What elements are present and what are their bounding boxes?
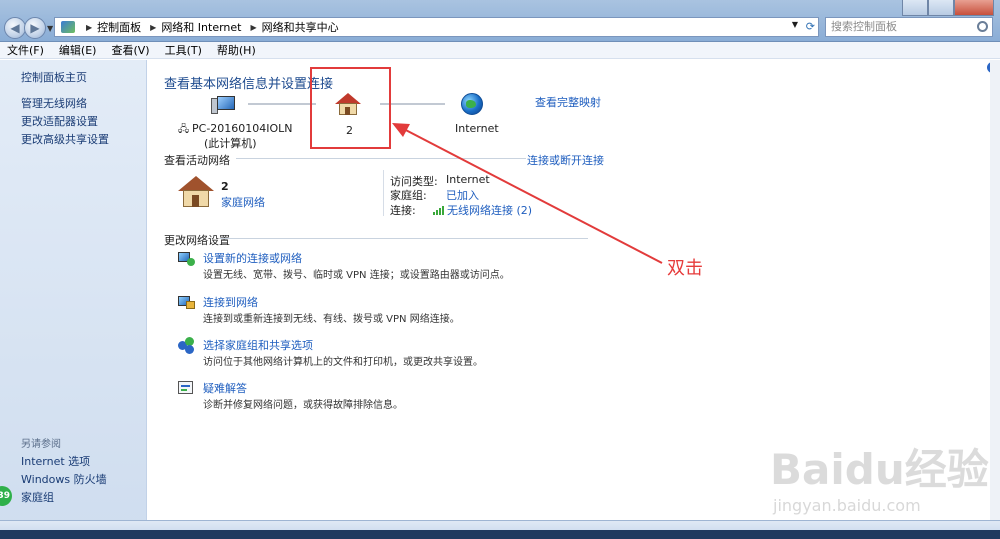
page-title: 查看基本网络信息并设置连接: [164, 77, 334, 92]
address-bar[interactable]: ▶ 控制面板 ▶ 网络和 Internet ▶ 网络和共享中心 ▼ ⟳: [54, 17, 819, 37]
recent-pages-dropdown-icon[interactable]: ▼: [47, 24, 53, 33]
refresh-icon[interactable]: ⟳: [806, 20, 815, 33]
sidebar-item-adapter-settings[interactable]: 更改适配器设置: [21, 113, 98, 129]
see-full-map-link[interactable]: 查看完整映射: [535, 94, 601, 110]
breadcrumb-control-panel[interactable]: 控制面板: [97, 19, 141, 35]
menu-edit[interactable]: 编辑(E): [59, 42, 97, 58]
menu-file[interactable]: 文件(F): [7, 42, 44, 58]
homegroup-label: 家庭组:: [390, 189, 427, 202]
menu-tools[interactable]: 工具(T): [165, 42, 202, 58]
connection-label: 连接:: [390, 204, 416, 217]
vertical-divider: [383, 170, 384, 216]
computer-icon[interactable]: [211, 94, 237, 116]
control-panel-icon: [61, 21, 75, 33]
menu-bar: 文件(F) 编辑(E) 查看(V) 工具(T) 帮助(H): [0, 42, 1000, 59]
search-placeholder: 搜索控制面板: [831, 20, 897, 33]
sidebar-item-homegroup[interactable]: 家庭组: [21, 489, 54, 505]
scrollbar[interactable]: [990, 60, 1000, 520]
address-dropdown-icon[interactable]: ▼: [792, 20, 798, 29]
connection-line: [248, 103, 316, 105]
wireless-signal-icon: [433, 201, 445, 215]
task-troubleshoot-link[interactable]: 疑难解答: [203, 380, 247, 396]
homegroup-sharing-icon[interactable]: [178, 337, 196, 354]
forward-arrow-icon: ▶: [30, 21, 40, 35]
wireless-connection-link[interactable]: 无线网络连接 (2): [447, 202, 532, 218]
back-button[interactable]: ◀: [4, 17, 26, 39]
active-network-name: 2: [221, 180, 229, 193]
breadcrumb-separator-icon[interactable]: ▶: [251, 23, 257, 32]
task-troubleshoot-desc: 诊断并修复网络问题，或获得故障排除信息。: [203, 400, 403, 411]
back-arrow-icon: ◀: [10, 21, 20, 35]
breadcrumb-network-internet[interactable]: 网络和 Internet: [161, 19, 241, 35]
menu-help[interactable]: 帮助(H): [217, 42, 256, 58]
task-setup-connection-desc: 设置无线、宽带、拨号、临时或 VPN 连接；或设置路由器或访问点。: [203, 270, 510, 281]
breadcrumb-network-sharing-center[interactable]: 网络和共享中心: [262, 19, 339, 35]
baidu-watermark: Baidu经验: [770, 445, 989, 494]
sidebar-item-windows-firewall[interactable]: Windows 防火墙: [21, 471, 107, 487]
sidebar-item-manage-wireless[interactable]: 管理无线网络: [21, 95, 87, 111]
minimize-button[interactable]: [902, 0, 928, 16]
annotation-text: 双击: [667, 258, 703, 279]
task-setup-connection-link[interactable]: 设置新的连接或网络: [203, 250, 302, 266]
internet-label: Internet: [455, 122, 499, 135]
access-type-value: Internet: [446, 173, 490, 186]
task-homegroup-sharing-desc: 访问位于其他网络计算机上的文件和打印机，或更改共享设置。: [203, 357, 483, 368]
home-network-icon[interactable]: [178, 176, 214, 208]
close-button[interactable]: [954, 0, 994, 16]
sidebar: 控制面板主页 管理无线网络 更改适配器设置 更改高级共享设置 另请参阅 Inte…: [0, 60, 147, 539]
divider: [236, 158, 526, 159]
menu-view[interactable]: 查看(V): [111, 42, 149, 58]
maximize-button[interactable]: [928, 0, 954, 16]
title-bar: ◀ ▶ ▼ ▶ 控制面板 ▶ 网络和 Internet ▶ 网络和共享中心 ▼ …: [0, 0, 1000, 42]
internet-globe-icon[interactable]: [461, 93, 483, 115]
task-connect-network-link[interactable]: 连接到网络: [203, 294, 258, 310]
breadcrumb-separator-icon[interactable]: ▶: [150, 23, 156, 32]
new-connection-icon[interactable]: [178, 250, 196, 266]
connect-network-icon[interactable]: [178, 294, 196, 310]
active-networks-heading: 查看活动网络: [164, 154, 230, 167]
computer-subtitle: (此计算机): [204, 137, 257, 150]
see-also-header: 另请参阅: [21, 439, 61, 450]
homegroup-value-link[interactable]: 已加入: [446, 187, 479, 203]
taskbar: [0, 530, 1000, 539]
divider: [220, 238, 588, 239]
troubleshoot-icon[interactable]: [178, 380, 196, 396]
search-icon[interactable]: [977, 21, 988, 32]
change-settings-heading: 更改网络设置: [164, 234, 230, 247]
network-adapter-icon: 🖧: [178, 124, 190, 135]
sidebar-item-internet-options[interactable]: Internet 选项: [21, 453, 90, 469]
sidebar-item-advanced-sharing[interactable]: 更改高级共享设置: [21, 131, 109, 147]
sidebar-control-panel-home[interactable]: 控制面板主页: [21, 69, 87, 85]
search-input[interactable]: 搜索控制面板: [825, 17, 993, 37]
connect-disconnect-link[interactable]: 连接或断开连接: [527, 152, 604, 168]
task-connect-network-desc: 连接到或重新连接到无线、有线、拨号或 VPN 网络连接。: [203, 314, 460, 325]
watermark-url: jingyan.baidu.com: [773, 496, 921, 515]
task-homegroup-sharing-link[interactable]: 选择家庭组和共享选项: [203, 337, 313, 353]
computer-name: PC-20160104IOLN: [192, 122, 293, 135]
window-controls: [902, 0, 994, 16]
annotation-highlight-box: [310, 67, 391, 149]
network-type-link[interactable]: 家庭网络: [221, 194, 265, 210]
forward-button[interactable]: ▶: [24, 17, 46, 39]
breadcrumb-separator-icon[interactable]: ▶: [86, 23, 92, 32]
